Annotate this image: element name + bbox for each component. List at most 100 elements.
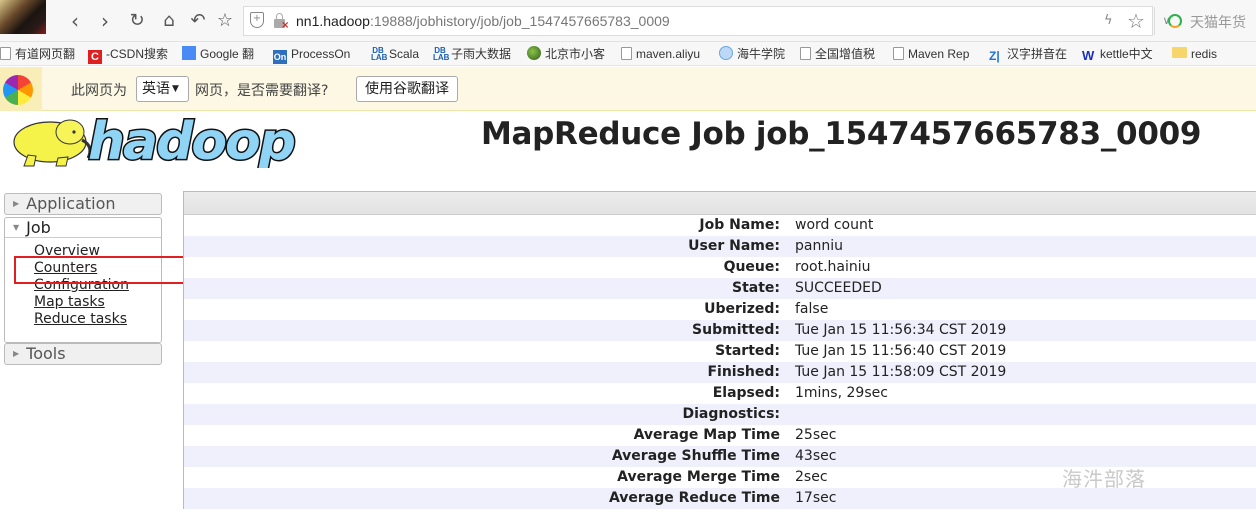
address-bar[interactable]: + × nn1.hadoop:19888/jobhistory/job/job_… (243, 6, 1171, 36)
row-label: Started: (715, 343, 780, 359)
csdn-icon: C (88, 50, 102, 64)
lightning-icon[interactable]: ϟ (1104, 13, 1113, 28)
zj-icon: Z| (989, 49, 1000, 63)
row-value: 2sec (795, 469, 828, 485)
hadoop-wordmark: hadoop (88, 112, 295, 168)
link-reduce-tasks[interactable]: Reduce tasks (34, 311, 161, 328)
page-icon (621, 47, 632, 60)
row-value: 17sec (795, 490, 837, 506)
user-avatar[interactable] (0, 0, 46, 34)
url-path: :19888/jobhistory/job/job_1547457665783_… (369, 13, 670, 29)
shield-icon[interactable]: + (250, 12, 264, 28)
row-label: Average Map Time (633, 427, 780, 443)
search-hint[interactable]: 天猫年货 (1190, 12, 1246, 32)
page-icon (800, 47, 811, 60)
hadoop-logo[interactable]: hadoop (8, 110, 308, 168)
hainiu-icon (719, 46, 733, 60)
row-value: root.hainiu (795, 259, 871, 275)
watermark: 海汼部落 (1062, 467, 1146, 491)
w-icon: W (1082, 48, 1095, 63)
url-host: nn1.hadoop (296, 13, 370, 29)
row-label: User Name: (688, 238, 780, 254)
page-icon (893, 47, 904, 60)
sidebar-tools-header[interactable]: ▶ Tools (5, 344, 161, 364)
back-icon[interactable]: ‹ (63, 9, 87, 33)
row-label: State: (731, 280, 780, 296)
table-row: Diagnostics: (184, 404, 1256, 425)
sidebar-tools[interactable]: ▶ Tools (4, 343, 162, 365)
row-value: Tue Jan 15 11:58:09 CST 2019 (795, 364, 1007, 380)
search-engine-icon[interactable] (1168, 14, 1182, 28)
bookmark-item[interactable]: Wkettle中文 (1082, 45, 1153, 63)
row-value: 25sec (795, 427, 837, 443)
forward-icon[interactable]: › (93, 9, 117, 33)
bookmark-item[interactable]: DB LAB Scala (371, 45, 419, 63)
translate-prefix: 此网页为 (71, 83, 127, 99)
translate-button[interactable]: 使用谷歌翻译 (356, 76, 458, 102)
google-translate-icon (182, 46, 196, 60)
sidebar-application-header[interactable]: ▶ Application (5, 194, 161, 214)
reload-icon[interactable]: ↻ (125, 9, 149, 33)
browser-toolbar: ‹ › ↻ ⌂ ↶ ☆ + × nn1.hadoop:19888/jobhist… (0, 0, 1256, 42)
row-label: Submitted: (692, 322, 780, 338)
elephant-icon (13, 119, 92, 167)
table-row: Job Name: word count (184, 215, 1256, 236)
bookmark-item[interactable]: Maven Rep (893, 45, 969, 63)
row-value: 1mins, 29sec (795, 385, 888, 401)
bookmark-item[interactable]: C -CSDN搜索 (88, 45, 168, 64)
bookmark-item[interactable]: maven.aliyu (621, 45, 700, 63)
language-select[interactable]: 英语 ▼ (136, 76, 189, 102)
bookmark-item[interactable]: 全国增值税 (800, 45, 875, 63)
processon-icon: On (273, 50, 287, 64)
bookmark-star-icon[interactable]: ☆ (213, 9, 237, 33)
table-row: Elapsed: 1mins, 29sec (184, 383, 1256, 404)
favorite-star-icon[interactable]: ☆ (1127, 9, 1145, 33)
row-label: Average Shuffle Time (611, 448, 780, 464)
dblab-icon: DB LAB (433, 46, 450, 62)
caret-down-icon: ▼ (13, 223, 20, 232)
table-row: Submitted: Tue Jan 15 11:56:34 CST 2019 (184, 320, 1256, 341)
bookmark-item[interactable]: On ProcessOn (273, 45, 350, 64)
sidebar-application[interactable]: ▶ Application (4, 193, 162, 215)
row-value: 43sec (795, 448, 837, 464)
home-icon[interactable]: ⌂ (157, 9, 181, 33)
bookmark-item[interactable]: redis (1172, 45, 1217, 63)
table-row: Uberized: false (184, 299, 1256, 320)
link-map-tasks[interactable]: Map tasks (34, 294, 161, 311)
bookmarks-bar: 有道网页翻 C -CSDN搜索 Google 翻 On ProcessOn DB LA… (0, 42, 1256, 66)
row-label: Elapsed: (712, 385, 780, 401)
table-row: User Name: panniu (184, 236, 1256, 257)
page-icon (0, 47, 11, 60)
bookmark-item[interactable]: Google 翻 (182, 45, 254, 63)
bookmark-item[interactable]: Z| 汉字拼音在 (989, 45, 1067, 63)
table-row: Started: Tue Jan 15 11:56:40 CST 2019 (184, 341, 1256, 362)
translate-bar: 此网页为 英语 ▼ 网页，是否需要翻译? 使用谷歌翻译 (0, 67, 1256, 111)
row-label: Average Reduce Time (608, 490, 780, 506)
insecure-lock-icon[interactable]: × (274, 13, 289, 31)
row-label: Job Name: (699, 217, 780, 233)
row-value: panniu (795, 238, 843, 254)
job-links: Overview Counters Configuration Map task… (5, 238, 161, 342)
undo-icon[interactable]: ↶ (186, 9, 210, 33)
row-label: Finished: (707, 364, 780, 380)
row-value: false (795, 301, 829, 317)
dblab-icon: DB LAB (371, 46, 388, 62)
table-row: Queue: root.hainiu (184, 257, 1256, 278)
row-label: Uberized: (704, 301, 780, 317)
bookmark-item[interactable]: 北京市小客 (527, 45, 605, 63)
row-value: Tue Jan 15 11:56:34 CST 2019 (795, 322, 1007, 338)
browser-logo (0, 67, 42, 111)
bookmark-item[interactable]: 有道网页翻 (0, 45, 75, 63)
table-row: State: SUCCEEDED (184, 278, 1256, 299)
globe-icon (527, 46, 541, 60)
row-label: Average Merge Time (617, 469, 780, 485)
url-text[interactable]: nn1.hadoop:19888/jobhistory/job/job_1547… (296, 13, 670, 29)
row-value: Tue Jan 15 11:56:40 CST 2019 (795, 343, 1007, 359)
bookmark-item[interactable]: DB LAB 子雨大数据 (433, 45, 511, 63)
caret-down-icon: ▼ (172, 84, 179, 94)
sidebar-job-header[interactable]: ▼ Job (5, 218, 161, 238)
caret-right-icon: ▶ (13, 349, 20, 358)
page-title: MapReduce Job job_1547457665783_0009 (481, 116, 1202, 152)
bookmark-item[interactable]: 海牛学院 (719, 45, 785, 63)
translate-question: 网页，是否需要翻译? (195, 83, 329, 99)
